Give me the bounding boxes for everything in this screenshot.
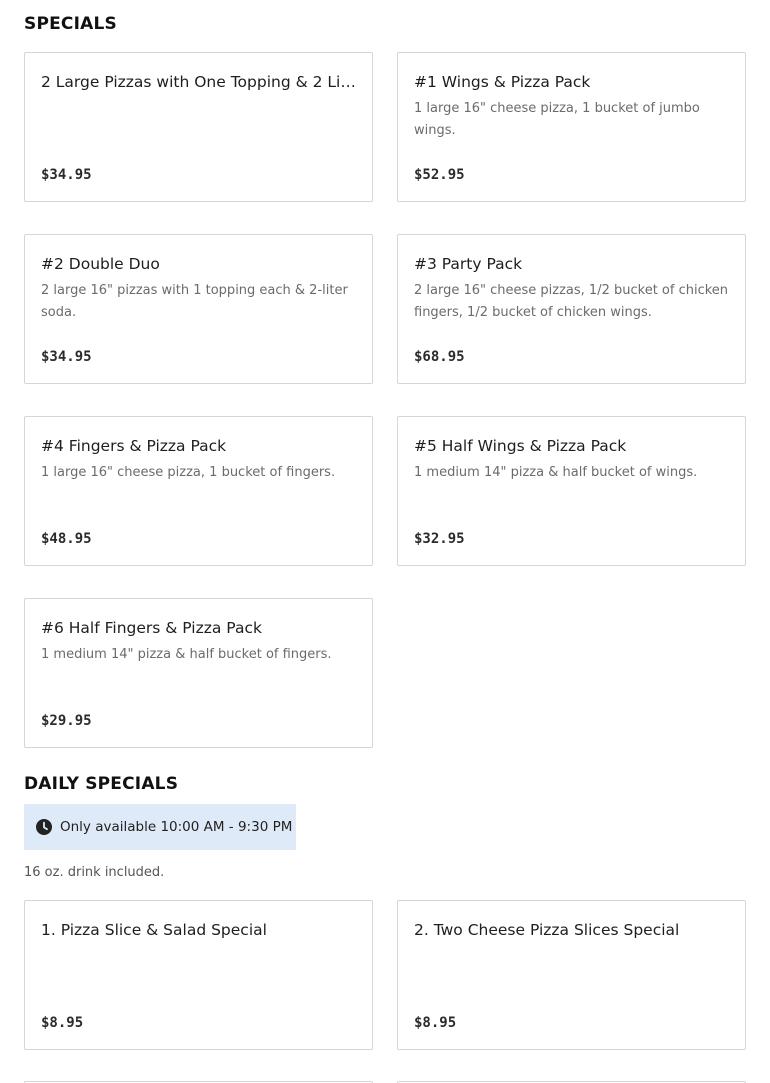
- daily-special-card-two-cheese-slices[interactable]: 2. Two Cheese Pizza Slices Special $8.95: [397, 900, 746, 1050]
- daily-specials-heading: DAILY SPECIALS: [24, 774, 179, 794]
- card-description: 2 large 16" cheese pizzas, 1/2 bucket of…: [414, 283, 729, 320]
- card-title: 2 Large Pizzas with One Topping & 2 Lite…: [41, 73, 356, 91]
- card-price: $8.95: [414, 1015, 457, 1031]
- availability-banner: Only available 10:00 AM - 9:30 PM: [24, 804, 296, 850]
- special-card-3-party-pack[interactable]: #3 Party Pack 2 large 16" cheese pizzas,…: [397, 234, 746, 384]
- card-title: #5 Half Wings & Pizza Pack: [414, 437, 627, 455]
- card-price: $29.95: [41, 713, 92, 729]
- availability-text: Only available 10:00 AM - 9:30 PM: [60, 819, 293, 835]
- card-price: $8.95: [41, 1015, 84, 1031]
- card-description: 2 large 16" pizzas with 1 topping each &…: [41, 283, 348, 320]
- special-card-5-half-wings-pizza-pack[interactable]: #5 Half Wings & Pizza Pack 1 medium 14" …: [397, 416, 746, 566]
- card-title: #4 Fingers & Pizza Pack: [41, 437, 227, 455]
- specials-heading: SPECIALS: [24, 14, 117, 34]
- drink-note: 16 oz. drink included.: [24, 865, 165, 880]
- special-card-1-wings-pizza-pack[interactable]: #1 Wings & Pizza Pack 1 large 16" cheese…: [397, 52, 746, 202]
- specials-grid: 2 Large Pizzas with One Topping & 2 Lite…: [24, 52, 746, 748]
- card-description: 1 medium 14" pizza & half bucket of fing…: [41, 647, 332, 662]
- card-title: #2 Double Duo: [41, 255, 160, 273]
- clock-icon: [36, 819, 52, 835]
- card-price: $34.95: [41, 349, 92, 365]
- card-title: #3 Party Pack: [414, 255, 523, 273]
- special-card-4-fingers-pizza-pack[interactable]: #4 Fingers & Pizza Pack 1 large 16" chee…: [24, 416, 373, 566]
- card-title: #1 Wings & Pizza Pack: [414, 73, 591, 91]
- special-card-2-large-pizzas[interactable]: 2 Large Pizzas with One Topping & 2 Lite…: [24, 52, 373, 202]
- card-title: 1. Pizza Slice & Salad Special: [41, 921, 267, 939]
- card-title: 2. Two Cheese Pizza Slices Special: [414, 921, 680, 939]
- card-description: 1 large 16" cheese pizza, 1 bucket of ju…: [414, 101, 700, 138]
- card-price: $52.95: [414, 167, 465, 183]
- special-card-2-double-duo[interactable]: #2 Double Duo 2 large 16" pizzas with 1 …: [24, 234, 373, 384]
- card-price: $68.95: [414, 349, 465, 365]
- card-description: 1 large 16" cheese pizza, 1 bucket of fi…: [41, 465, 336, 480]
- card-price: $32.95: [414, 531, 465, 547]
- card-title: #6 Half Fingers & Pizza Pack: [41, 619, 262, 637]
- card-price: $48.95: [41, 531, 92, 547]
- special-card-6-half-fingers-pizza-pack[interactable]: #6 Half Fingers & Pizza Pack 1 medium 14…: [24, 598, 373, 748]
- card-description: 1 medium 14" pizza & half bucket of wing…: [414, 465, 698, 480]
- card-price: $34.95: [41, 167, 92, 183]
- daily-specials-grid: 1. Pizza Slice & Salad Special $8.95 2. …: [24, 900, 746, 1050]
- daily-special-card-pizza-slice-salad[interactable]: 1. Pizza Slice & Salad Special $8.95: [24, 900, 373, 1050]
